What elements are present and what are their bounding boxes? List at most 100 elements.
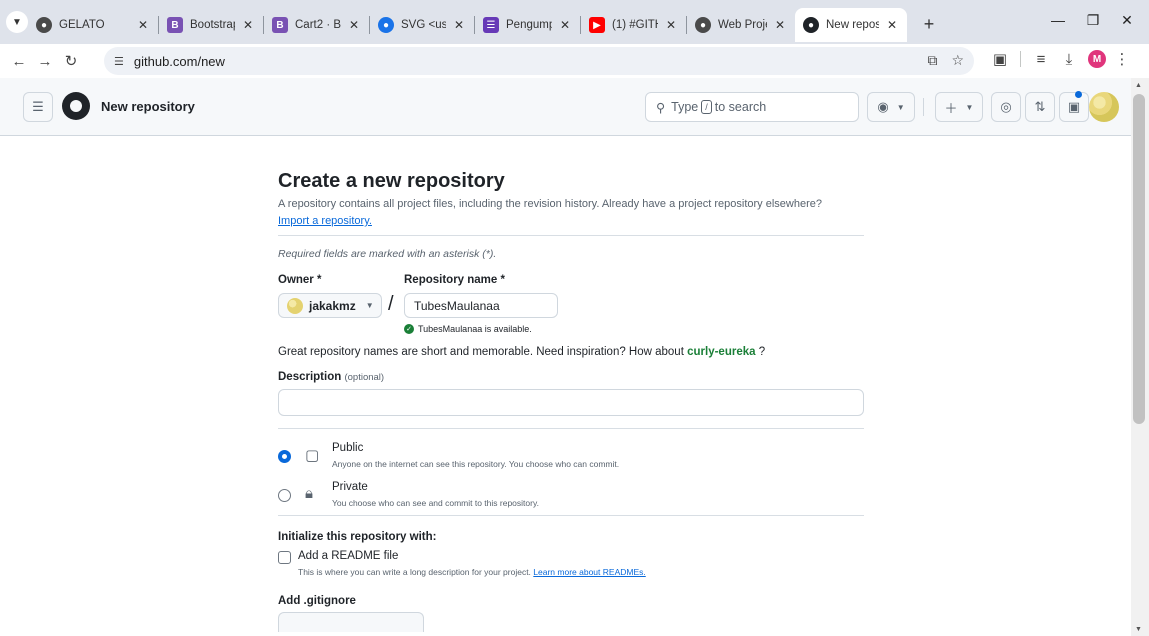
github-header: ☰ New repository ⚲ Type / to search ◉ ▼ … — [0, 78, 1131, 136]
site-info-icon[interactable]: ☰ — [114, 55, 124, 68]
forms-icon: ☰ — [483, 17, 499, 33]
reading-list-icon[interactable]: ≡ — [1027, 51, 1055, 68]
tab-title: (1) #GITHUB — [612, 19, 658, 31]
visibility-public-option[interactable]: ▢ Public Anyone on the internet can see … — [278, 442, 864, 480]
download-icon[interactable]: ⤓ — [1055, 51, 1083, 68]
inspiration-text: Great repository names are short and mem… — [278, 346, 684, 358]
check-circle-icon: ✓ — [404, 324, 414, 334]
notifications-button[interactable]: ▣ — [1059, 92, 1089, 122]
user-avatar[interactable] — [1089, 92, 1119, 122]
repo-name-label: Repository name * — [404, 274, 505, 286]
create-new-button[interactable]: ＋ ▼ — [935, 92, 983, 122]
hamburger-menu-button[interactable]: ☰ — [23, 92, 53, 122]
minimize-icon[interactable]: — — [1048, 12, 1068, 28]
back-arrow-icon[interactable]: ← — [6, 53, 32, 70]
owner-value: jakakmz — [309, 298, 356, 313]
bootstrap-icon: B — [167, 17, 183, 33]
readme-title: Add a README file — [298, 550, 399, 562]
scroll-down-arrow-icon[interactable]: ▼ — [1135, 626, 1142, 633]
browser-tab[interactable]: ☰ Pengumpula ✕ — [475, 8, 580, 42]
gitignore-dropdown[interactable] — [278, 612, 424, 632]
issues-button[interactable]: ◎ — [991, 92, 1021, 122]
bookmark-star-icon[interactable]: ☆ — [951, 52, 964, 69]
github-icon: ● — [803, 17, 819, 33]
lock-icon: 🔒︎ — [305, 485, 313, 502]
new-tab-button[interactable]: + — [917, 14, 941, 35]
import-repository-link[interactable]: Import a repository. — [278, 215, 864, 227]
tab-title: Pengumpula — [506, 19, 552, 31]
search-input[interactable]: ⚲ Type / to search — [645, 92, 859, 122]
close-icon[interactable]: ✕ — [136, 18, 150, 32]
optional-hint: (optional) — [344, 372, 385, 383]
address-bar[interactable]: ☰ github.com/new ⧉ ☆ — [104, 47, 974, 75]
copilot-button[interactable]: ◉ ▼ — [867, 92, 915, 122]
browser-tab[interactable]: ● GELATO ✕ — [28, 8, 158, 42]
readme-option[interactable]: Add a README file This is where you can … — [278, 550, 864, 582]
owner-label: Owner * — [278, 274, 322, 286]
public-title: Public — [332, 442, 364, 454]
close-icon[interactable]: ✕ — [241, 18, 255, 32]
private-description: You choose who can see and commit to thi… — [332, 498, 539, 508]
page-context-title: New repository — [101, 99, 195, 114]
owner-dropdown[interactable]: jakakmz ▼ — [278, 293, 382, 318]
header-divider — [923, 98, 924, 116]
plus-icon: ＋ — [944, 100, 958, 116]
browser-tab[interactable]: ▶ (1) #GITHUB ✕ — [581, 8, 686, 42]
required-fields-note: Required fields are marked with an aster… — [278, 248, 497, 260]
suggested-name-button[interactable]: curly-eureka — [687, 346, 755, 358]
tab-title: Cart2 · Boots — [295, 19, 341, 31]
youtube-icon: ▶ — [589, 17, 605, 33]
chevron-down-icon: ▼ — [365, 301, 374, 310]
hamburger-icon: ☰ — [32, 99, 44, 114]
close-icon[interactable]: ✕ — [664, 18, 678, 32]
private-radio[interactable] — [278, 489, 291, 502]
tab-title: Web Project — [718, 19, 767, 31]
owner-repo-row: Owner * Repository name * jakakmz ▼ / ✓ … — [278, 274, 864, 336]
reload-icon[interactable]: ↻ — [58, 52, 84, 70]
globe-icon: ● — [36, 17, 52, 33]
mdn-icon: ● — [378, 17, 394, 33]
scroll-up-arrow-icon[interactable]: ▲ — [1135, 82, 1142, 89]
close-icon[interactable]: ✕ — [347, 18, 361, 32]
learn-more-readme-link[interactable]: Learn more about READMEs. — [533, 567, 645, 577]
restore-icon[interactable]: ❐ — [1083, 12, 1103, 29]
profile-avatar[interactable]: M — [1088, 50, 1106, 68]
inspiration-end: ? — [758, 346, 766, 358]
repo-name-input[interactable] — [404, 293, 558, 318]
github-logo-icon[interactable] — [62, 92, 90, 120]
private-title: Private — [332, 481, 368, 493]
name-inspiration: Great repository names are short and mem… — [278, 346, 864, 358]
notification-dot — [1075, 91, 1082, 98]
chevron-down-icon: ▼ — [965, 102, 974, 112]
visibility-private-option[interactable]: 🔒︎ Private You choose who can see and co… — [278, 481, 864, 519]
install-app-icon[interactable]: ⧉ — [927, 52, 937, 69]
forward-arrow-icon[interactable]: → — [32, 53, 58, 70]
close-icon[interactable]: ✕ — [558, 18, 572, 32]
bootstrap-icon: B — [272, 17, 288, 33]
browser-tab[interactable]: B Cart2 · Boots ✕ — [264, 8, 369, 42]
window-close-icon[interactable]: ✕ — [1117, 12, 1137, 29]
close-icon[interactable]: ✕ — [452, 18, 466, 32]
url-text[interactable]: github.com/new — [134, 54, 225, 69]
more-menu-icon[interactable]: ⋮ — [1110, 50, 1134, 68]
tab-title: New reposit — [826, 19, 879, 31]
browser-tab[interactable]: ● Web Project ✕ — [687, 8, 795, 42]
close-icon[interactable]: ✕ — [885, 18, 899, 32]
browser-tab-active[interactable]: ● New reposit ✕ — [795, 8, 907, 42]
tab-search-button[interactable]: ▼ — [6, 11, 28, 33]
pull-request-icon: ⇅ — [1034, 99, 1046, 114]
page-title: Create a new repository — [278, 170, 505, 192]
readme-checkbox[interactable] — [278, 551, 291, 564]
toolbar-actions: ▣ ≡ ⤓ M ⋮ — [986, 50, 1134, 68]
repo-book-icon: ▢ — [305, 447, 320, 464]
close-icon[interactable]: ✕ — [773, 18, 787, 32]
description-input[interactable] — [278, 389, 864, 416]
browser-tab[interactable]: ● SVG <use> · ✕ — [370, 8, 474, 42]
extensions-icon[interactable]: ▣ — [986, 50, 1014, 68]
public-radio[interactable] — [278, 450, 291, 463]
pull-requests-button[interactable]: ⇅ — [1025, 92, 1055, 122]
toolbar-divider — [1020, 51, 1021, 67]
browser-tab[interactable]: B Bootstrap Ic ✕ — [159, 8, 263, 42]
page-scrollbar-thumb[interactable] — [1133, 94, 1145, 424]
inbox-icon: ▣ — [1067, 99, 1081, 114]
